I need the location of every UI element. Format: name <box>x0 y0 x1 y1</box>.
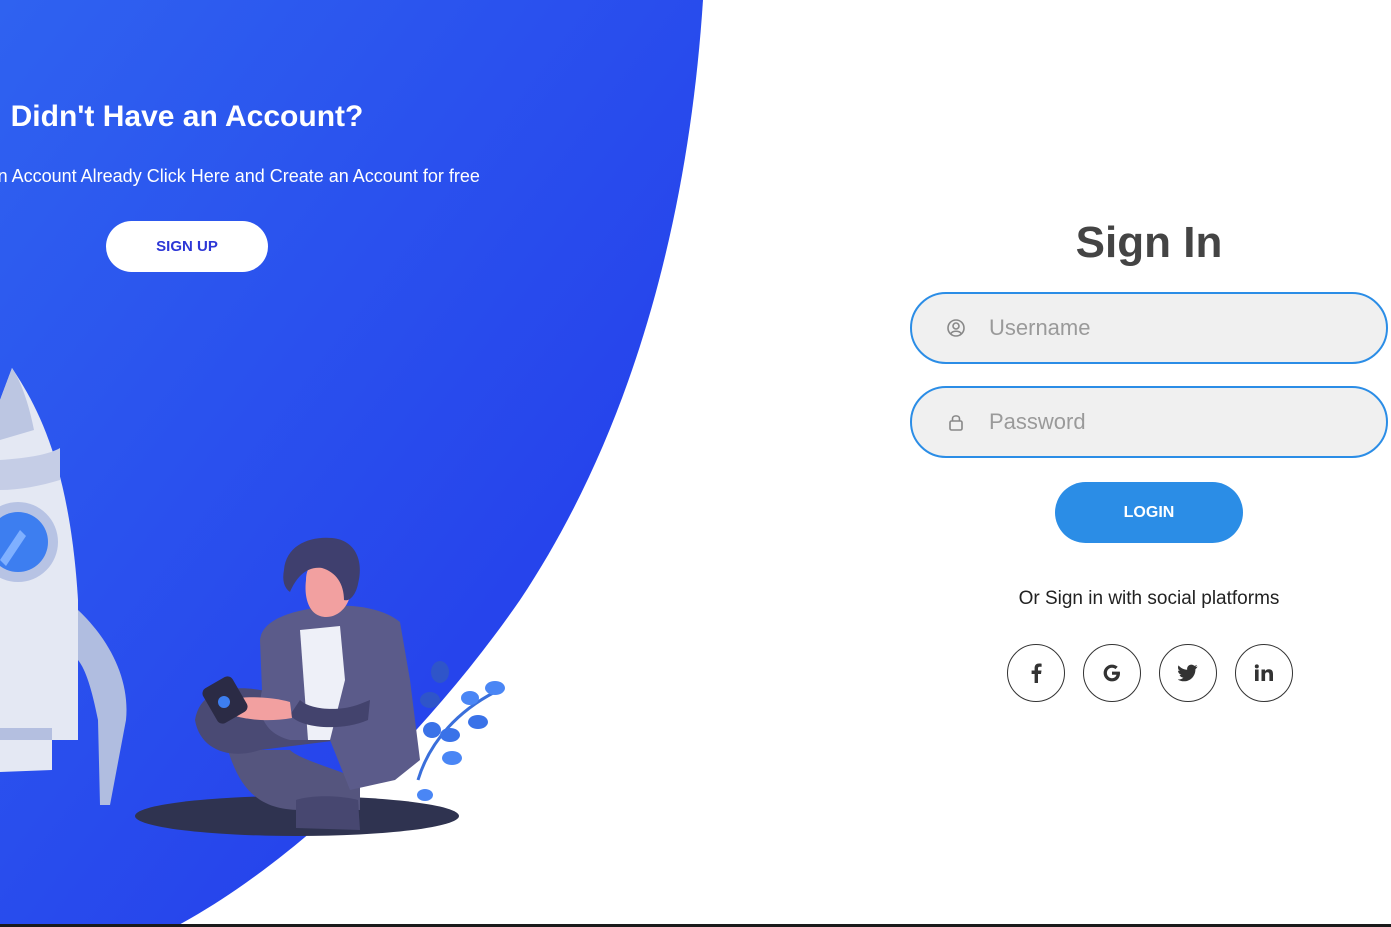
twitter-icon[interactable] <box>1159 644 1217 702</box>
lock-icon <box>945 411 967 433</box>
signin-title: Sign In <box>1075 218 1223 267</box>
password-input[interactable] <box>989 409 1349 435</box>
signup-button[interactable]: SIGN UP <box>106 221 268 272</box>
facebook-icon[interactable] <box>1007 644 1065 702</box>
login-button[interactable]: LOGIN <box>1055 482 1243 543</box>
signin-page: Didn't Have an Account? Don't Have an Ac… <box>0 0 1391 927</box>
promo-title: Didn't Have an Account? <box>10 100 364 133</box>
user-icon <box>945 317 967 339</box>
plant-icon <box>416 661 505 801</box>
promo-text: Don't Have an Account Already Click Here… <box>0 166 480 186</box>
username-input[interactable] <box>989 315 1349 341</box>
rocket-icon <box>0 368 127 805</box>
username-field[interactable] <box>910 292 1388 364</box>
social-buttons <box>1007 644 1293 702</box>
social-signin-text: Or Sign in with social platforms <box>1018 588 1280 609</box>
password-field[interactable] <box>910 386 1388 458</box>
linkedin-icon[interactable] <box>1235 644 1293 702</box>
person-icon <box>195 537 420 830</box>
rocket-person-illustration <box>0 340 560 860</box>
google-icon[interactable] <box>1083 644 1141 702</box>
